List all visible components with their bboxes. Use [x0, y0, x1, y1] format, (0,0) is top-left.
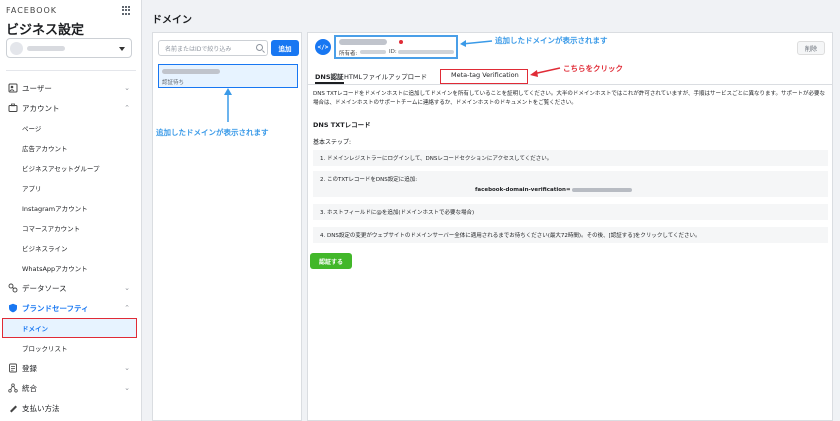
nav-users[interactable]: ユーザー ⌄	[0, 78, 142, 98]
domain-list-panel: 名前またはIDで絞り込み 追加 認証待ち	[152, 32, 302, 421]
nav-label: ブランドセーフティ	[22, 303, 89, 313]
id-label: ID:	[389, 49, 397, 55]
business-settings-title: ビジネス設定	[6, 23, 85, 38]
business-name-redacted	[27, 46, 65, 51]
verify-button[interactable]: 認証する	[310, 253, 352, 269]
nav-label: 支払い方法	[22, 403, 60, 413]
payment-icon	[10, 405, 17, 413]
sidebar: FACEBOOK ビジネス設定 ユーザー ⌄ アカウント ⌃ ページ 広告アカウ…	[0, 0, 142, 421]
integrations-icon	[8, 383, 18, 393]
nav-label: ユーザー	[22, 83, 52, 93]
tab-html-file-upload[interactable]: HTMLファイルアップロード	[344, 71, 427, 84]
txt-record[interactable]: facebook-domain-verification=	[475, 187, 632, 193]
step-1: 1. ドメインレジストラーにログインして、DNSレコードセクションにアクセスして…	[313, 150, 828, 166]
section-title: DNS TXTレコード	[313, 121, 371, 129]
txt-record-value-redacted	[571, 188, 632, 192]
chevron-down-icon: ⌄	[124, 84, 130, 92]
sidebar-item-commerce-accounts[interactable]: コマースアカウント	[0, 218, 142, 238]
nav-label: アカウント	[22, 103, 60, 113]
sidebar-item-instagram-accounts[interactable]: Instagramアカウント	[0, 198, 142, 218]
status-dot	[399, 40, 403, 44]
delete-button[interactable]: 削除	[797, 41, 825, 55]
id-redacted	[398, 50, 454, 54]
step-2: 2. このTXTレコードをDNS設定に追加: facebook-domain-v…	[313, 171, 828, 197]
code-icon: </>	[315, 39, 331, 55]
nav-registration[interactable]: 登録 ⌄	[0, 358, 142, 378]
app-grid-icon[interactable]	[122, 6, 131, 15]
sidebar-item-domains[interactable]: ドメイン	[2, 318, 137, 338]
sidebar-item-business-lines[interactable]: ビジネスライン	[0, 238, 142, 258]
nav-label: データソース	[22, 283, 67, 293]
sidebar-item-ad-accounts[interactable]: 広告アカウント	[0, 138, 142, 158]
step-2-text: 2. このTXTレコードをDNS設定に追加:	[320, 177, 418, 183]
search-input[interactable]: 名前またはIDで絞り込み	[158, 40, 268, 56]
search-placeholder: 名前またはIDで絞り込み	[165, 45, 232, 53]
users-icon	[8, 83, 18, 93]
domain-name-redacted	[339, 39, 387, 45]
chevron-down-icon: ⌄	[124, 364, 130, 372]
nav-payment-methods[interactable]: 支払い方法	[0, 398, 142, 418]
domain-list-item[interactable]: 認証待ち	[158, 64, 298, 88]
domain-detail-panel: </> 所有者: ID: 削除 DNS認証 HTMLファイルアップロード Met…	[307, 32, 833, 421]
sidebar-item-pages[interactable]: ページ	[0, 118, 142, 138]
chevron-down-icon: ⌄	[124, 384, 130, 392]
annotation-click: こちらをクリック	[563, 64, 623, 73]
shield-icon	[9, 303, 17, 313]
add-domain-button[interactable]: 追加	[271, 40, 299, 56]
status-badge: 認証待ち	[162, 80, 185, 86]
owner-label: 所有者:	[339, 51, 358, 57]
chevron-up-icon: ⌃	[124, 304, 130, 312]
register-icon	[9, 363, 17, 373]
nav-label: 登録	[22, 363, 37, 373]
business-account-selector[interactable]	[6, 38, 132, 58]
dns-description: DNS TXTレコードをドメインホストに追加してドメインを所有していることを証明…	[313, 91, 826, 106]
chevron-up-icon: ⌃	[124, 104, 130, 112]
annotation-top: 追加したドメインが表示されます	[495, 36, 608, 45]
sidebar-item-block-lists[interactable]: ブロックリスト	[0, 338, 142, 358]
step-4: 4. DNS設定の変更がウェブサイトのドメインサーバー全体に適用されるまでお待ち…	[313, 227, 828, 243]
sidebar-item-business-asset-groups[interactable]: ビジネスアセットグループ	[0, 158, 142, 178]
sidebar-nav: ユーザー ⌄ アカウント ⌃ ページ 広告アカウント ビジネスアセットグループ …	[0, 78, 142, 418]
tab-meta-tag-verification[interactable]: Meta-tag Verification	[451, 71, 519, 84]
nav-data-sources[interactable]: データソース ⌄	[0, 278, 142, 298]
txt-record-key: facebook-domain-verification=	[475, 187, 571, 193]
caret-down-icon	[119, 47, 125, 51]
nav-integrations[interactable]: 統合 ⌄	[0, 378, 142, 398]
nav-accounts[interactable]: アカウント ⌃	[0, 98, 142, 118]
tab-dns[interactable]: DNS認証	[315, 71, 344, 84]
briefcase-icon	[8, 103, 18, 112]
page-title: ドメイン	[152, 15, 192, 26]
divider	[6, 70, 136, 71]
nav-label: 統合	[22, 383, 37, 393]
annotation-left: 追加したドメインが表示されます	[156, 128, 269, 137]
owner-redacted	[360, 50, 386, 54]
step-3: 3. ホストフィールドに@を追加(ドメインホストで必要な場合)	[313, 204, 828, 220]
data-sources-icon	[8, 283, 18, 293]
search-icon	[256, 44, 263, 51]
steps-label: 基本ステップ:	[313, 139, 352, 146]
nav-brand-safety[interactable]: ブランドセーフティ ⌃	[0, 298, 142, 318]
domain-header: 所有者: ID:	[334, 35, 458, 59]
chevron-down-icon: ⌄	[124, 284, 130, 292]
sidebar-item-whatsapp-accounts[interactable]: WhatsAppアカウント	[0, 258, 142, 278]
business-avatar	[10, 42, 23, 55]
sidebar-item-apps[interactable]: アプリ	[0, 178, 142, 198]
brand-label: FACEBOOK	[6, 6, 58, 15]
domain-name-redacted	[162, 69, 220, 74]
